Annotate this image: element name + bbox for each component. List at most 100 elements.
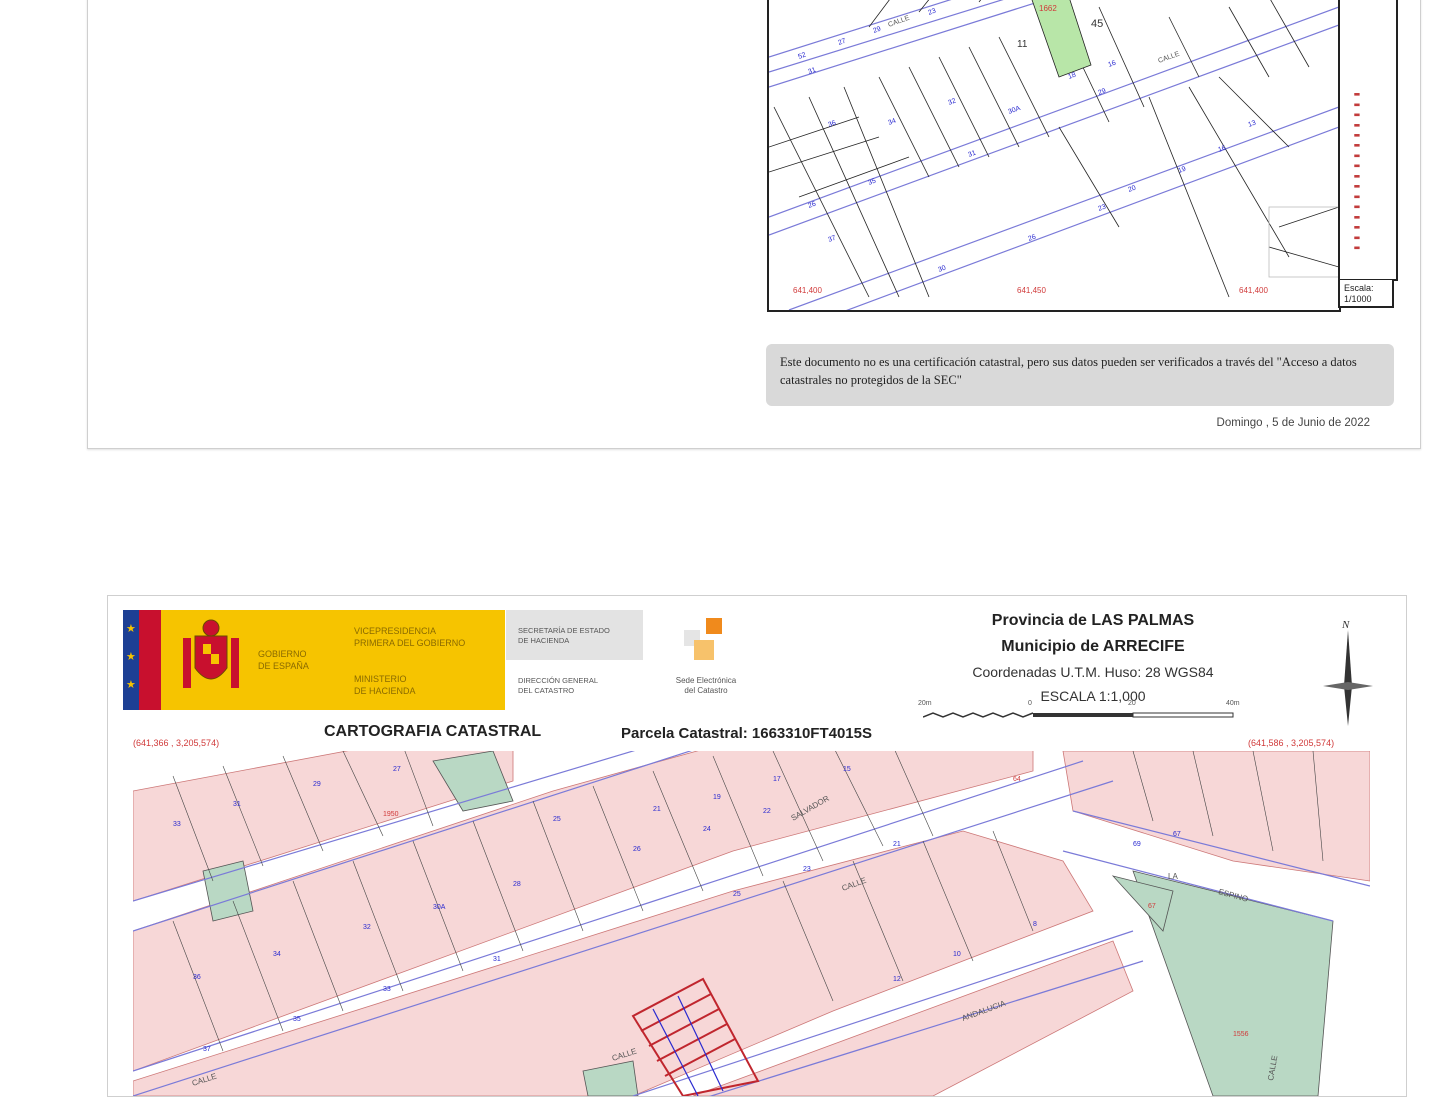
coat-of-arms-icon [183,619,239,688]
document-date: Domingo , 5 de Junio de 2022 [1216,417,1370,429]
svg-text:19: 19 [713,794,721,801]
legend-text: ▬ ▬ ▬ ▬ ▬ ▬ ▬ ▬ ▬ ▬ ▬ ▬ ▬ ▬ ▬ ▬ [1353,90,1361,252]
svg-text:16: 16 [1107,60,1117,69]
disclaimer-notice: Este documento no es una certificación c… [766,344,1394,406]
street-label: CALLE [1157,51,1181,65]
svg-text:24: 24 [703,826,711,833]
svg-text:36: 36 [193,974,201,981]
province-title: Provincia de LAS PALMAS [991,612,1195,629]
svg-text:16: 16 [1217,145,1227,154]
sede-electronica-logo-icon [684,618,722,660]
ministry-line1: MINISTERIO [354,674,407,684]
gov-line2: DE ESPAÑA [258,661,309,671]
svg-text:8: 8 [1033,921,1037,928]
svg-text:27: 27 [393,766,401,773]
coordinates-system: Coordenadas U.T.M. Huso: 28 WGS84 [972,664,1214,680]
municipality-title: Municipio de ARRECIFE [1001,638,1185,655]
svg-text:35: 35 [293,1016,301,1023]
svg-text:10: 10 [953,951,961,958]
svg-text:31: 31 [967,150,977,159]
sede-line1: Sede Electrónica [675,676,737,685]
cadastral-parcel-id: Parcela Catastral: 1663310FT4015S [621,725,873,742]
svg-text:28: 28 [513,881,521,888]
svg-text:36: 36 [827,120,837,129]
secretariat-band [506,610,643,660]
svg-text:32: 32 [363,924,371,931]
svg-text:31: 31 [493,956,501,963]
svg-text:67: 67 [1173,831,1181,838]
document-page-2: ★ ★ ★ GOBIERNO DE ESPAÑA VICEPRESIDENCIA… [107,595,1407,1097]
svg-text:26: 26 [1027,234,1037,243]
parcel-ref-label: 1662 [1039,4,1057,13]
coord-label: 641,450 [1017,286,1046,295]
scale-tick: 0 [1028,700,1032,707]
sede-caption: Sede Electrónica del Catastro [660,676,752,696]
svg-text:18: 18 [1067,72,1077,81]
svg-text:15: 15 [843,766,851,773]
scale-box: Escala: 1/1000 [1338,279,1394,308]
directorate-line2: DEL CATASTRO [518,686,575,695]
svg-text:26: 26 [633,846,641,853]
secretariat-line1: SECRETARÍA DE ESTADO [518,626,610,635]
svg-text:32: 32 [947,98,957,107]
cartography-title: CARTOGRAFIA CATASTRAL [324,723,542,740]
svg-text:13: 13 [1247,120,1257,129]
svg-text:64: 64 [1013,776,1021,783]
north-arrow-icon: N [1323,619,1373,726]
svg-text:67: 67 [1148,903,1156,910]
scale-tick: 20m [918,700,932,707]
coord-label: 641,400 [1239,286,1268,295]
svg-text:21: 21 [893,841,901,848]
street-name: LA [1168,872,1178,881]
svg-text:20: 20 [1127,185,1137,194]
document-page-1: 1662 11 45 CALLE CALLE 52 27 29 23 31 36… [87,0,1421,449]
vice-line2: PRIMERA DEL GOBIERNO [354,638,466,648]
scale-text: ESCALA 1:1,000 [1040,688,1146,704]
svg-text:31: 31 [807,67,817,76]
cadastral-map-excerpt: 1662 11 45 CALLE CALLE 52 27 29 23 31 36… [767,0,1341,312]
svg-text:30: 30 [937,265,947,274]
svg-text:35: 35 [867,178,877,187]
scale-tick: 40m [1226,700,1240,707]
svg-text:25: 25 [733,891,741,898]
vice-line1: VICEPRESIDENCIA [354,626,437,636]
ministry-line2: DE HACIENDA [354,686,416,696]
svg-text:29: 29 [313,781,321,788]
svg-text:27: 27 [837,38,847,47]
svg-text:29: 29 [872,26,882,35]
svg-text:22: 22 [763,808,771,815]
scale-bar [923,712,1234,718]
svg-text:37: 37 [827,235,837,244]
cadastral-map-drawing: SALVADOR CALLE CALLE LA ESPINO ANDALUCIA… [133,751,1370,1096]
svg-text:52: 52 [797,52,807,61]
directorate-line1: DIRECCIÓN GENERAL [518,676,599,685]
svg-text:34: 34 [273,951,281,958]
svg-text:33: 33 [173,821,181,828]
corner-coordinate-left: (641,366 , 3,205,574) [133,738,220,748]
street-label: CALLE [887,15,911,29]
scale-tick: 20 [1128,700,1136,707]
parcel-number: 45 [1091,18,1103,30]
map-drawing: 1662 11 45 CALLE CALLE 52 27 29 23 31 36… [769,0,1339,310]
scale-value: 1/1000 [1344,294,1372,304]
parcel-number: 11 [1017,39,1028,50]
svg-text:33: 33 [383,986,391,993]
svg-text:21: 21 [653,806,661,813]
svg-text:19: 19 [1177,166,1187,175]
flag-icon: ★ ★ ★ [123,610,161,710]
gov-line1: GOBIERNO [258,649,307,659]
secretariat-line2: DE HACIENDA [518,636,570,645]
svg-text:30A: 30A [433,904,446,911]
sede-line2: del Catastro [684,686,728,695]
svg-text:12: 12 [893,976,901,983]
scale-label: Escala: [1344,283,1374,293]
svg-text:17: 17 [773,776,781,783]
coord-label: 641,400 [793,286,822,295]
svg-text:23: 23 [927,8,937,17]
svg-text:37: 37 [203,1046,211,1053]
svg-text:29: 29 [1097,88,1107,97]
svg-text:30A: 30A [1007,105,1021,116]
map-header: Provincia de LAS PALMAS Municipio de ARR… [928,608,1258,708]
compass-north: N [1341,619,1350,631]
svg-text:31: 31 [233,801,241,808]
